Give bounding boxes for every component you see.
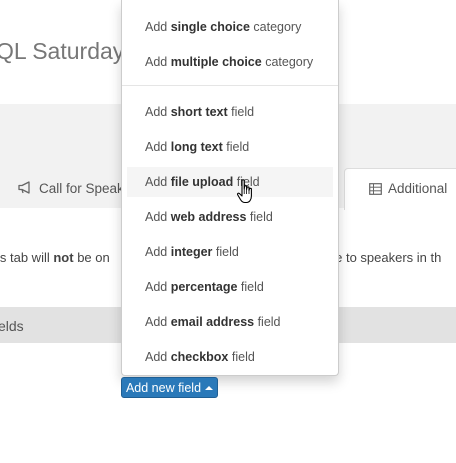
megaphone-icon [18, 181, 34, 197]
menu-item-checkbox-field[interactable]: Add checkbox field [122, 342, 338, 372]
menu-item-single-choice-category[interactable]: Add single choice category [122, 12, 338, 42]
tab-label: Call for Speak [39, 181, 124, 196]
menu-divider [122, 85, 338, 86]
add-field-dropdown-menu: Add single choice category Add multiple … [121, 0, 339, 376]
notice-text: is tab will not be on [0, 250, 110, 265]
section-title: elds [0, 318, 24, 334]
menu-item-percentage-field[interactable]: Add percentage field [122, 272, 338, 302]
table-icon [369, 183, 383, 198]
tab-additional[interactable]: Additional [344, 168, 456, 210]
menu-item-multiple-choice-category[interactable]: Add multiple choice category [122, 47, 338, 77]
tab-label: Additional [388, 181, 448, 196]
caret-up-icon [205, 386, 214, 390]
menu-item-email-address-field[interactable]: Add email address field [122, 307, 338, 337]
add-new-field-button[interactable]: Add new field [121, 377, 218, 398]
menu-item-long-text-field[interactable]: Add long text field [122, 132, 338, 162]
menu-item-short-text-field[interactable]: Add short text field [122, 97, 338, 127]
tab-call-for-speakers[interactable]: Call for Speak [18, 181, 124, 197]
menu-item-web-address-field[interactable]: Add web address field [122, 202, 338, 232]
notice-emphasis: not [53, 250, 74, 265]
page-title: QL Saturday [0, 38, 125, 64]
notice-text-continued: ple to speakers in th [325, 250, 442, 265]
menu-item-integer-field[interactable]: Add integer field [122, 237, 338, 267]
button-label: Add new field [125, 381, 202, 395]
menu-item-file-upload-field[interactable]: Add file upload field [127, 167, 333, 197]
hand-pointer-cursor-icon [236, 179, 256, 205]
